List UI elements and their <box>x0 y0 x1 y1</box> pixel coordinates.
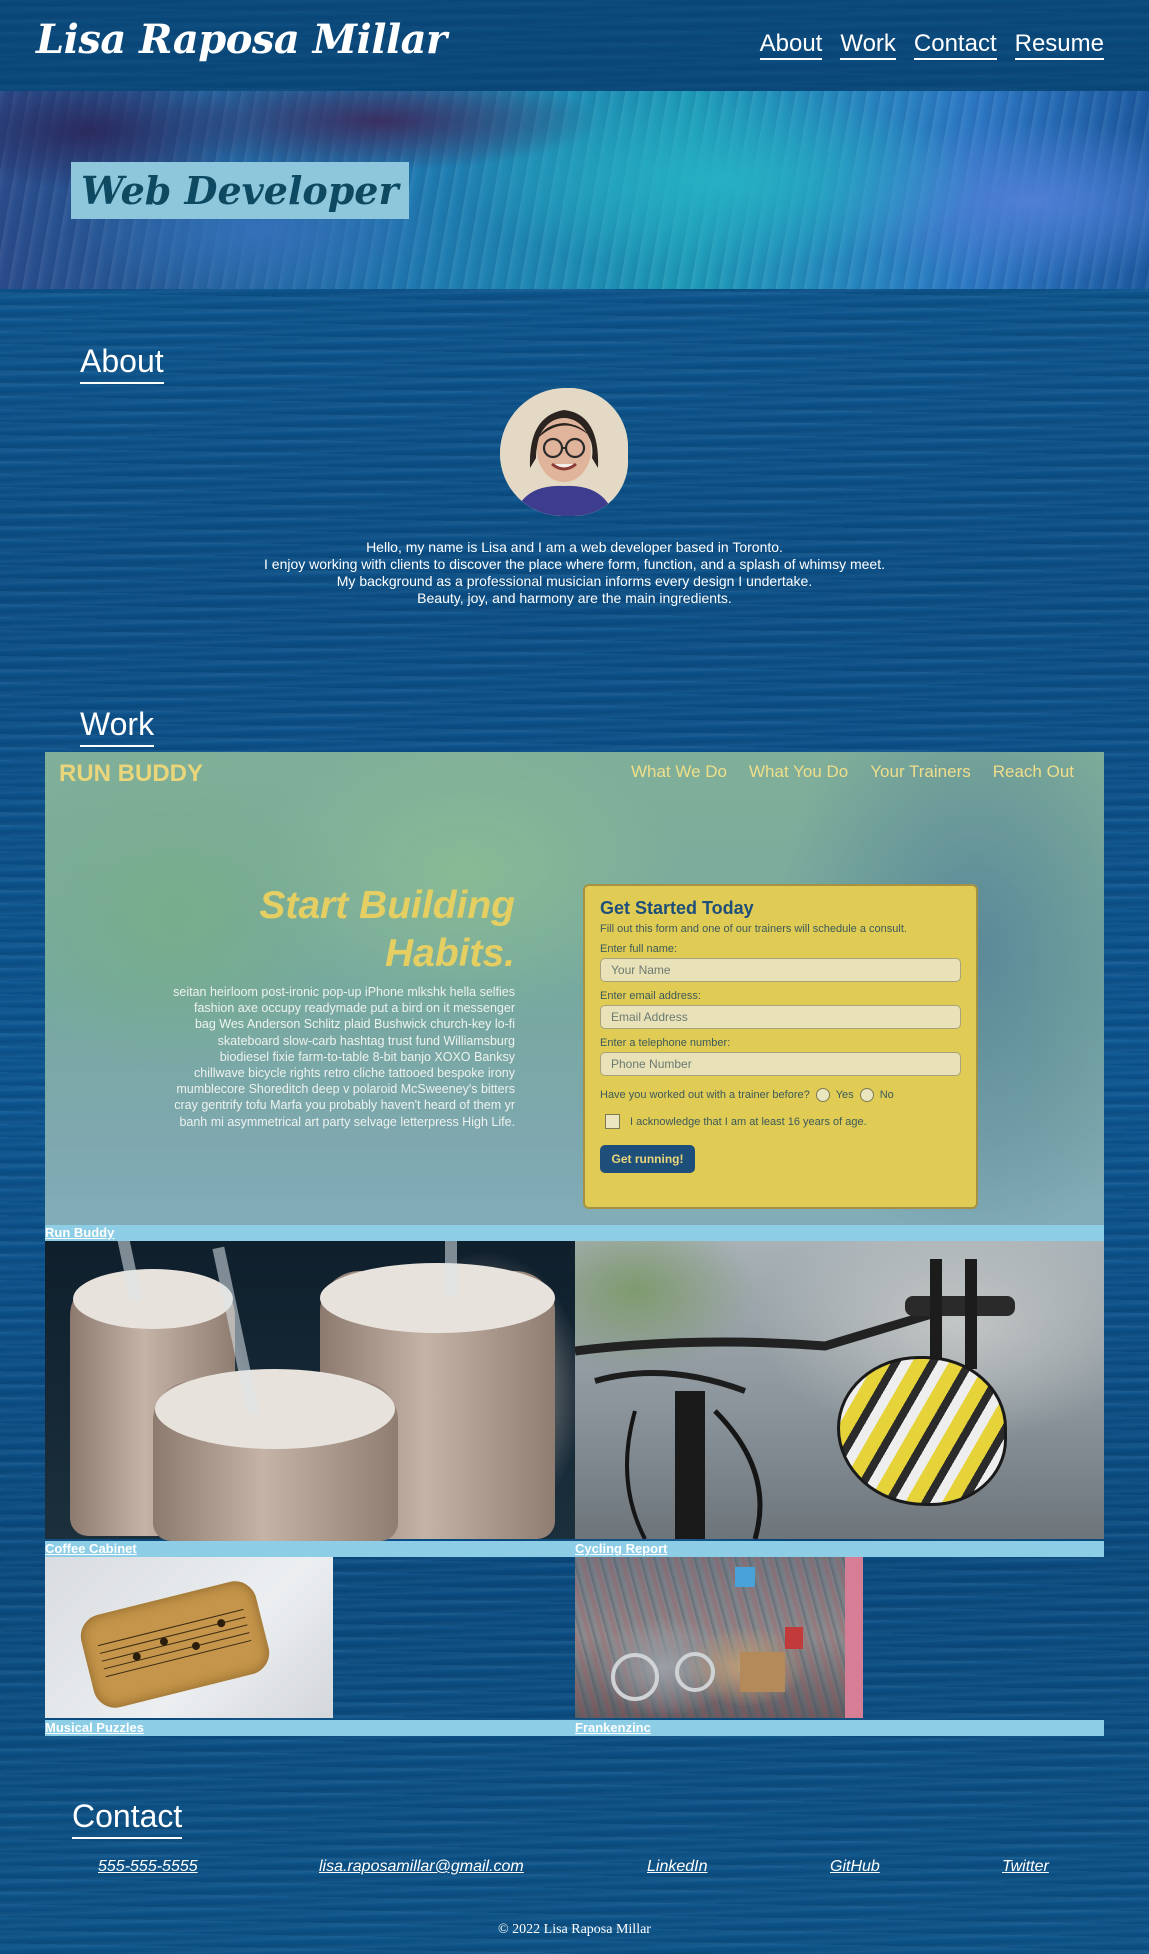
contact-heading: Contact <box>72 1797 183 1839</box>
run-buddy-email-label: Enter email address: <box>600 990 701 1002</box>
run-buddy-check-row: I acknowledge that I am at least 16 year… <box>600 1114 961 1129</box>
footer: © 2022 Lisa Raposa Millar <box>498 1922 651 1937</box>
about-line: I enjoy working with clients to discover… <box>264 556 885 572</box>
run-buddy-name-label: Enter full name: <box>600 943 678 955</box>
nav-link-resume[interactable]: Resume <box>1014 30 1104 60</box>
contact-email-link[interactable]: lisa.raposamillar@gmail.com <box>319 1858 524 1876</box>
foam-shape <box>320 1263 555 1333</box>
run-buddy-check-label: I acknowledge that I am at least 16 year… <box>630 1115 867 1128</box>
run-buddy-radio-yes: Yes <box>835 1089 854 1101</box>
project-image-frankenzinc <box>575 1557 863 1718</box>
project-image-run-buddy: RUN BUDDY What We Do What You Do Your Tr… <box>45 752 1104 1225</box>
run-buddy-phone-label: Enter a telephone number: <box>600 1037 731 1049</box>
run-buddy-name-field: Your Name <box>600 958 961 982</box>
run-buddy-nav-item: Reach Out <box>992 762 1074 781</box>
project-caption: Coffee Cabinet <box>45 1541 575 1557</box>
project-image-coffee-cabinet <box>45 1241 575 1541</box>
project-image-musical-puzzles <box>45 1557 333 1718</box>
project-title[interactable]: Musical Puzzles <box>45 1720 144 1735</box>
radio-icon <box>815 1088 830 1102</box>
puzzle-piece-icon <box>76 1576 274 1713</box>
run-buddy-headline-line: Start Building <box>259 884 515 927</box>
run-buddy-radio-question: Have you worked out with a trainer befor… <box>600 1089 810 1101</box>
foam-shape <box>73 1269 233 1329</box>
work-heading: Work <box>80 705 155 747</box>
radio-icon <box>859 1088 874 1102</box>
project-title[interactable]: Cycling Report <box>575 1541 667 1556</box>
bicycle-icon <box>575 1259 1015 1539</box>
run-buddy-body-text: seitan heirloom post-ironic pop-up iPhon… <box>173 985 515 1129</box>
project-caption: Frankenzinc <box>575 1720 1104 1736</box>
project-title[interactable]: Frankenzinc <box>575 1720 651 1735</box>
avatar-photo-icon <box>500 388 628 516</box>
project-card-coffee-cabinet[interactable]: Coffee Cabinet <box>45 1241 575 1557</box>
run-buddy-headline-line: Habits. <box>384 932 515 975</box>
nav-link-work[interactable]: Work <box>840 30 896 60</box>
project-card-musical-puzzles[interactable]: Musical Puzzles <box>45 1557 575 1736</box>
nav-link-contact[interactable]: Contact <box>913 30 997 60</box>
helmet-icon <box>837 1356 1007 1506</box>
project-card-run-buddy[interactable]: RUN BUDDY What We Do What You Do Your Tr… <box>45 752 1104 1241</box>
project-image-cycling-report <box>575 1241 1104 1539</box>
project-title[interactable]: Coffee Cabinet <box>45 1541 137 1556</box>
about-heading: About <box>80 342 164 384</box>
site-title: Lisa Raposa Millar <box>36 16 447 63</box>
run-buddy-form-subtitle: Fill out this form and one of our traine… <box>600 923 907 935</box>
run-buddy-logo: RUN BUDDY <box>59 760 203 787</box>
about-line: My background as a professional musician… <box>336 573 813 589</box>
project-caption: Run Buddy <box>45 1225 1104 1241</box>
contact-linkedin-link[interactable]: LinkedIn <box>647 1858 708 1876</box>
hero-title: Web Developer <box>71 162 409 219</box>
run-buddy-nav: What We Do What You Do Your Trainers Rea… <box>631 762 1074 782</box>
project-caption: Musical Puzzles <box>45 1720 575 1736</box>
project-caption: Cycling Report <box>575 1541 1104 1557</box>
checkbox-icon <box>605 1114 620 1129</box>
run-buddy-headline: Start Building Habits. <box>195 882 515 978</box>
run-buddy-phone-field: Phone Number <box>600 1052 961 1076</box>
run-buddy-email-field: Email Address <box>600 1005 961 1029</box>
contact-twitter-link[interactable]: Twitter <box>1002 1858 1049 1876</box>
run-buddy-nav-item: What We Do <box>630 762 727 781</box>
about-line: Beauty, joy, and harmony are the main in… <box>417 590 732 606</box>
run-buddy-form-title: Get Started Today <box>600 898 754 918</box>
nav-link-about[interactable]: About <box>759 30 823 60</box>
run-buddy-nav-item: What You Do <box>749 762 849 781</box>
avatar <box>500 388 628 516</box>
main-nav: About Work Contact Resume <box>759 30 1104 60</box>
project-card-frankenzinc[interactable]: Frankenzinc <box>575 1557 1104 1736</box>
workshop-icon <box>611 1557 863 1718</box>
project-title[interactable]: Run Buddy <box>45 1225 114 1240</box>
contact-github-link[interactable]: GitHub <box>830 1858 880 1876</box>
about-text: Hello, my name is Lisa and I am a web de… <box>0 539 1149 607</box>
run-buddy-radio-row: Have you worked out with a trainer befor… <box>600 1088 961 1102</box>
foam-shape <box>155 1369 395 1449</box>
about-line: Hello, my name is Lisa and I am a web de… <box>366 539 783 555</box>
run-buddy-nav-item: Your Trainers <box>870 762 971 781</box>
run-buddy-radio-no: No <box>879 1089 894 1101</box>
music-notes-icon <box>97 1608 252 1678</box>
project-card-cycling-report[interactable]: Cycling Report <box>575 1241 1104 1557</box>
site-header: Lisa Raposa Millar About Work Contact Re… <box>0 0 1149 91</box>
run-buddy-form: Get Started Today Fill out this form and… <box>583 884 978 1209</box>
contact-phone-link[interactable]: 555-555-5555 <box>98 1858 198 1876</box>
run-buddy-submit: Get running! <box>600 1145 695 1173</box>
straw-shape <box>445 1241 457 1296</box>
hero-banner: Web Developer <box>0 91 1149 289</box>
